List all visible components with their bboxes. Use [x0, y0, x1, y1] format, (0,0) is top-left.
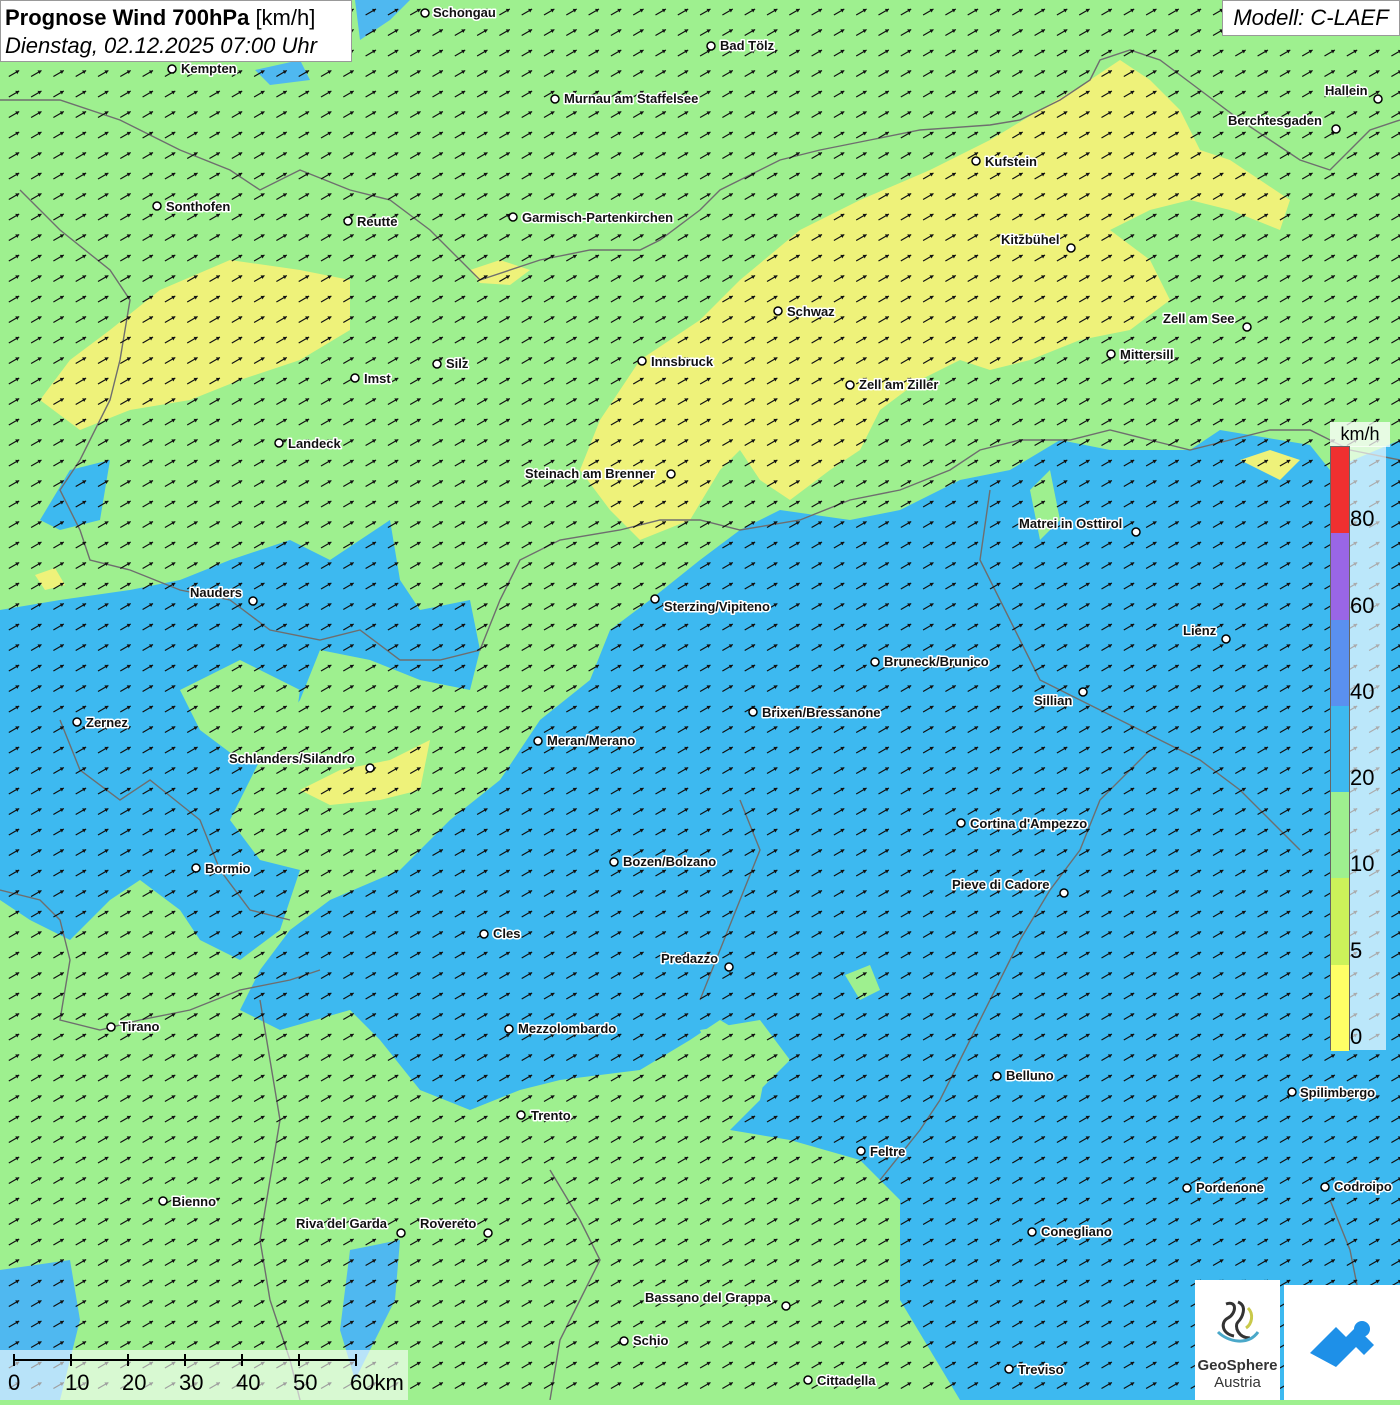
wind-map: Schongau Bad Tölz Kempten Murnau am Staf…	[0, 0, 1400, 1400]
